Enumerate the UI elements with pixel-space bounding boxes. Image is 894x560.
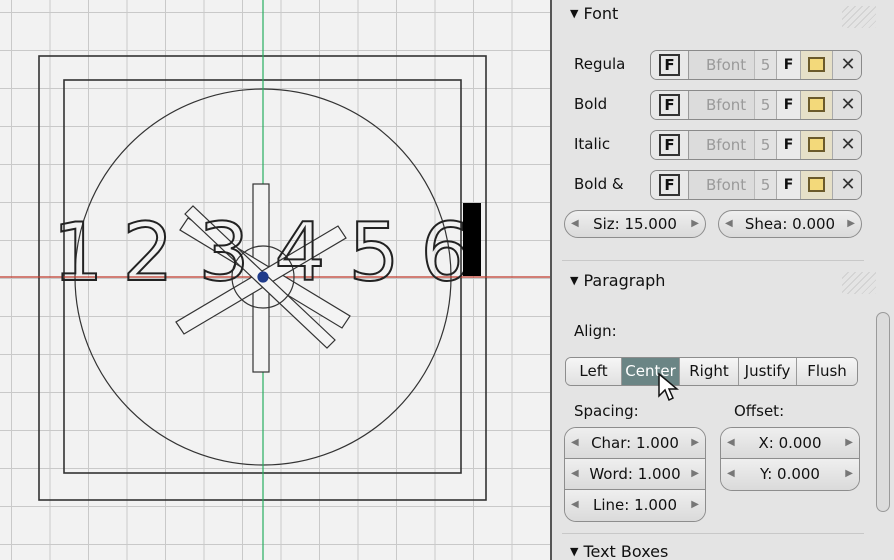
decrement-arrow-icon[interactable]: ◀ [571, 459, 579, 489]
collapse-triangle-icon: ▼ [570, 274, 579, 287]
font-users-count: 5 [754, 51, 776, 79]
viewport-scene: 1 2 3 4 5 6 [0, 0, 550, 560]
decrement-arrow-icon[interactable]: ◀ [727, 428, 735, 458]
font-name-field[interactable]: Bfont [690, 91, 754, 119]
paragraph-section-title: Paragraph [583, 271, 666, 290]
size-value: Siz: 15.000 [593, 215, 677, 233]
spacing-label: Spacing: [574, 402, 639, 420]
align-left-button[interactable]: Left [566, 358, 622, 385]
fake-user-button[interactable]: F [776, 51, 800, 79]
align-right-button[interactable]: Right [680, 358, 739, 385]
text-cursor [463, 203, 481, 276]
font-row-regular: Regula F Bfont 5 F ✕ [574, 50, 864, 80]
font-name-field[interactable]: Bfont [690, 131, 754, 159]
open-folder-icon[interactable] [800, 91, 832, 119]
offset-x-field[interactable]: ◀ X: 0.000 ▶ [721, 428, 859, 459]
align-justify-button[interactable]: Justify [739, 358, 797, 385]
font-browse-icon[interactable]: F [651, 91, 689, 119]
open-folder-icon[interactable] [800, 51, 832, 79]
increment-arrow-icon[interactable]: ▶ [847, 211, 855, 237]
fake-user-button[interactable]: F [776, 131, 800, 159]
drag-grip-icon[interactable] [842, 6, 876, 28]
decrement-arrow-icon[interactable]: ◀ [571, 211, 579, 237]
panel-scrollbar[interactable] [876, 312, 890, 512]
increment-arrow-icon[interactable]: ▶ [691, 211, 699, 237]
textboxes-section-title: Text Boxes [583, 542, 669, 560]
font-row-bold-italic: Bold & F Bfont 5 F ✕ [574, 170, 864, 200]
glyph-2: 2 [123, 206, 174, 299]
3d-viewport[interactable]: 1 2 3 4 5 6 [0, 0, 552, 560]
font-selector: F Bfont 5 F ✕ [650, 50, 862, 80]
line-spacing-field[interactable]: ◀ Line: 1.000 ▶ [565, 490, 705, 521]
font-row-italic: Italic F Bfont 5 F ✕ [574, 130, 864, 160]
font-users-count: 5 [754, 131, 776, 159]
font-row-label: Bold & [574, 175, 624, 193]
increment-arrow-icon[interactable]: ▶ [691, 490, 699, 520]
unlink-x-icon[interactable]: ✕ [832, 91, 861, 119]
offset-y-value: Y: 0.000 [760, 465, 820, 483]
shear-value: Shea: 0.000 [744, 215, 836, 233]
font-section-header[interactable]: ▼ Font [570, 4, 618, 23]
paragraph-section-header[interactable]: ▼ Paragraph [570, 271, 665, 290]
word-spacing-value: Word: 1.000 [589, 465, 681, 483]
word-spacing-field[interactable]: ◀ Word: 1.000 ▶ [565, 459, 705, 490]
collapse-triangle-icon: ▼ [570, 545, 579, 558]
glyph-4: 4 [275, 206, 326, 299]
font-selector: F Bfont 5 F ✕ [650, 90, 862, 120]
align-button-group: Left Center Right Justify Flush [565, 357, 858, 386]
font-name-field[interactable]: Bfont [690, 171, 754, 199]
unlink-x-icon[interactable]: ✕ [832, 131, 861, 159]
properties-panel: ▼ Font Regula F Bfont 5 F ✕ Bold F Bfont … [552, 0, 894, 560]
glyph-5: 5 [349, 206, 400, 299]
offset-x-value: X: 0.000 [758, 434, 822, 452]
fake-user-button[interactable]: F [776, 171, 800, 199]
font-row-label: Bold [574, 95, 608, 113]
glyph-1: 1 [53, 206, 104, 299]
drag-grip-icon[interactable] [842, 272, 876, 294]
size-field[interactable]: ◀ Siz: 15.000 ▶ [564, 210, 706, 238]
increment-arrow-icon[interactable]: ▶ [845, 428, 853, 458]
unlink-x-icon[interactable]: ✕ [832, 51, 861, 79]
align-label: Align: [574, 322, 617, 340]
font-users-count: 5 [754, 91, 776, 119]
section-divider [562, 260, 864, 261]
collapse-triangle-icon: ▼ [570, 7, 579, 20]
font-row-label: Italic [574, 135, 611, 153]
font-row-label: Regula [574, 55, 626, 73]
fake-user-button[interactable]: F [776, 91, 800, 119]
char-spacing-field[interactable]: ◀ Char: 1.000 ▶ [565, 428, 705, 459]
increment-arrow-icon[interactable]: ▶ [691, 459, 699, 489]
font-users-count: 5 [754, 171, 776, 199]
offset-fields: ◀ X: 0.000 ▶ ◀ Y: 0.000 ▶ [720, 427, 860, 491]
decrement-arrow-icon[interactable]: ◀ [571, 428, 579, 458]
decrement-arrow-icon[interactable]: ◀ [571, 490, 579, 520]
shear-field[interactable]: ◀ Shea: 0.000 ▶ [718, 210, 862, 238]
font-row-bold: Bold F Bfont 5 F ✕ [574, 90, 864, 120]
font-selector: F Bfont 5 F ✕ [650, 170, 862, 200]
section-divider [562, 533, 864, 534]
glyph-3: 3 [199, 206, 250, 299]
font-section-title: Font [583, 4, 619, 23]
line-spacing-value: Line: 1.000 [592, 496, 678, 514]
font-browse-icon[interactable]: F [651, 51, 689, 79]
font-name-field[interactable]: Bfont [690, 51, 754, 79]
decrement-arrow-icon[interactable]: ◀ [725, 211, 733, 237]
mouse-pointer-icon [658, 372, 679, 402]
char-spacing-value: Char: 1.000 [591, 434, 679, 452]
open-folder-icon[interactable] [800, 171, 832, 199]
open-folder-icon[interactable] [800, 131, 832, 159]
font-selector: F Bfont 5 F ✕ [650, 130, 862, 160]
spacing-fields: ◀ Char: 1.000 ▶ ◀ Word: 1.000 ▶ ◀ Line: … [564, 427, 706, 522]
textboxes-section-header[interactable]: ▼ Text Boxes [570, 542, 668, 560]
unlink-x-icon[interactable]: ✕ [832, 171, 861, 199]
font-browse-icon[interactable]: F [651, 171, 689, 199]
offset-label: Offset: [734, 402, 785, 420]
font-browse-icon[interactable]: F [651, 131, 689, 159]
increment-arrow-icon[interactable]: ▶ [691, 428, 699, 458]
increment-arrow-icon[interactable]: ▶ [845, 459, 853, 489]
align-flush-button[interactable]: Flush [797, 358, 857, 385]
decrement-arrow-icon[interactable]: ◀ [727, 459, 735, 489]
offset-y-field[interactable]: ◀ Y: 0.000 ▶ [721, 459, 859, 490]
